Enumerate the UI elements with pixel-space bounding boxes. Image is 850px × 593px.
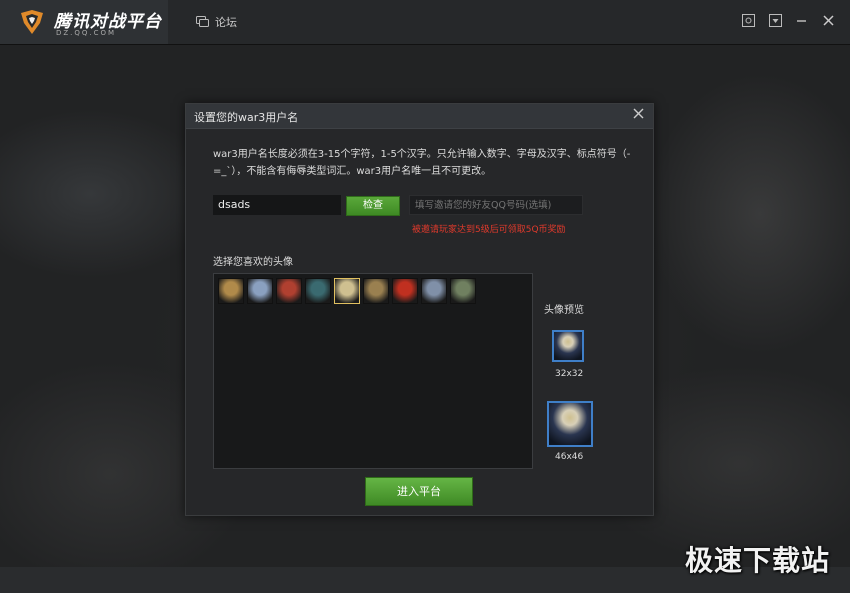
avatar-portrait xyxy=(306,279,330,303)
window-close-button[interactable] xyxy=(820,12,836,28)
forum-label: 论坛 xyxy=(215,16,237,29)
avatar-portrait xyxy=(422,279,446,303)
close-icon xyxy=(822,14,834,26)
avatar-option-1[interactable] xyxy=(218,278,244,304)
avatar-portrait xyxy=(393,279,417,303)
avatar-list xyxy=(218,278,476,304)
dialog-close-button[interactable] xyxy=(631,108,645,122)
enter-platform-button[interactable]: 进入平台 xyxy=(365,477,473,506)
avatar-option-4[interactable] xyxy=(305,278,331,304)
invite-reward-note: 被邀请玩家达到5级后可领取5Q币奖励 xyxy=(412,225,566,235)
preview-label: 头像预览 xyxy=(544,305,584,316)
username-input[interactable] xyxy=(213,195,341,215)
check-button[interactable]: 检查 xyxy=(346,196,400,216)
logo-icon xyxy=(21,10,43,34)
avatar-option-9[interactable] xyxy=(450,278,476,304)
dialog-header: 设置您的war3用户名 xyxy=(186,104,653,129)
avatar-option-8[interactable] xyxy=(421,278,447,304)
avatar-option-5[interactable] xyxy=(334,278,360,304)
title-bar: 腾讯对战平台 DZ.QQ.COM 论坛 xyxy=(0,0,850,45)
avatar-portrait xyxy=(277,279,301,303)
avatar-option-7[interactable] xyxy=(392,278,418,304)
preview-46-label: 46x46 xyxy=(555,452,584,462)
logo-subtext: DZ.QQ.COM xyxy=(56,29,117,37)
avatar-portrait xyxy=(219,279,243,303)
avatar-section-label: 选择您喜欢的头像 xyxy=(213,257,293,268)
avatar-grid xyxy=(213,273,533,469)
settings-button[interactable] xyxy=(740,12,756,28)
username-dialog: 设置您的war3用户名 war3用户名长度必须在3-15个字符，1-5个汉字。只… xyxy=(185,103,654,516)
close-icon xyxy=(633,108,643,119)
avatar-portrait xyxy=(335,279,359,303)
inviter-qq-input[interactable] xyxy=(409,195,583,215)
forum-icon xyxy=(196,16,209,27)
avatar-preview-46 xyxy=(547,401,593,447)
avatar-preview-32 xyxy=(552,330,584,362)
avatar-option-3[interactable] xyxy=(276,278,302,304)
avatar-portrait xyxy=(248,279,272,303)
avatar-option-2[interactable] xyxy=(247,278,273,304)
menu-dropdown-icon xyxy=(768,13,782,27)
watermark-text: 极速下载站 xyxy=(684,544,830,577)
dialog-title: 设置您的war3用户名 xyxy=(194,111,299,124)
avatar-portrait xyxy=(451,279,475,303)
minimize-icon xyxy=(796,19,806,22)
preview-32-label: 32x32 xyxy=(555,369,584,379)
forum-link[interactable]: 论坛 xyxy=(196,13,237,31)
logo: 腾讯对战平台 DZ.QQ.COM xyxy=(0,0,168,44)
avatar-portrait xyxy=(364,279,388,303)
avatar-option-6[interactable] xyxy=(363,278,389,304)
minimize-button[interactable] xyxy=(793,12,809,28)
menu-dropdown-button[interactable] xyxy=(767,12,783,28)
settings-icon xyxy=(741,13,755,27)
username-rules-text: war3用户名长度必须在3-15个字符，1-5个汉字。只允许输入数字、字母及汉字… xyxy=(213,149,631,177)
